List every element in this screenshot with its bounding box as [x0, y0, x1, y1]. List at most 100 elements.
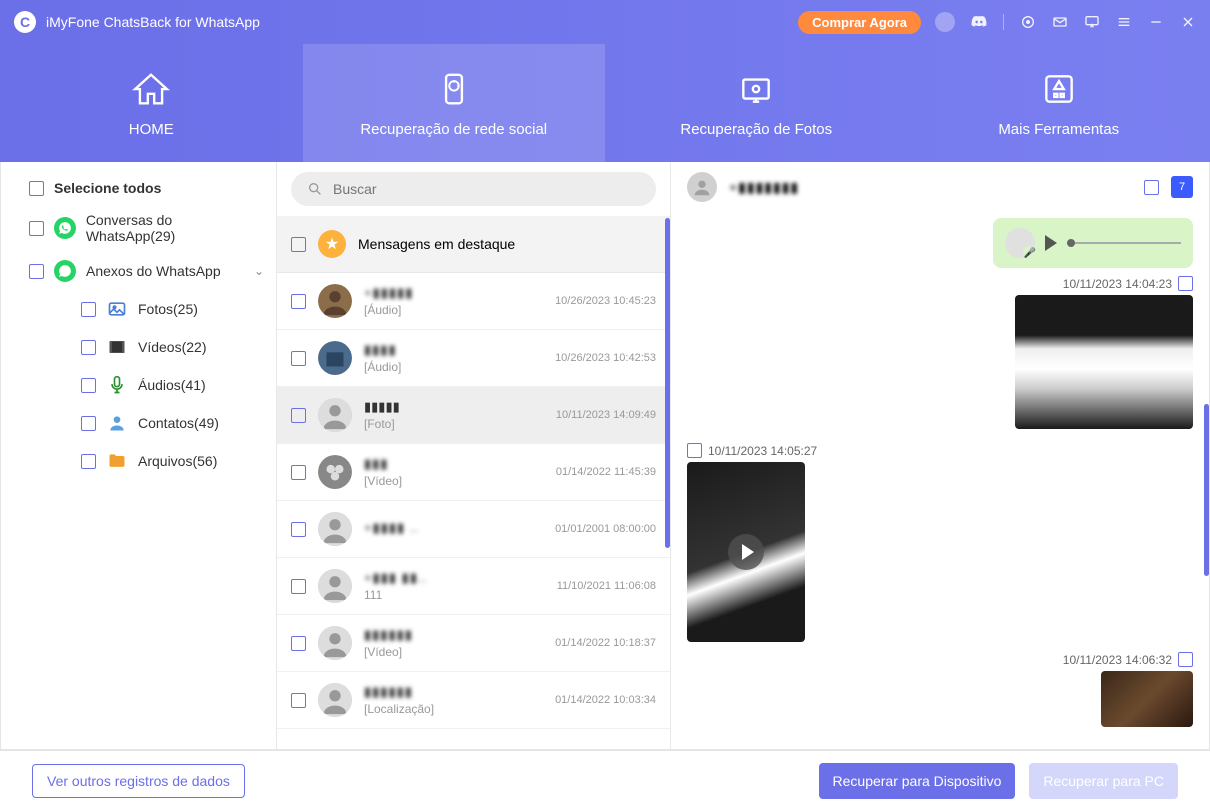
- chat-name: ▮▮▮▮▮▮: [364, 684, 543, 700]
- chat-checkbox[interactable]: [291, 408, 306, 423]
- featured-messages-row[interactable]: ★ Mensagens em destaque: [277, 216, 670, 273]
- account-icon[interactable]: [935, 12, 955, 32]
- microphone-icon: 🎤: [1023, 246, 1037, 260]
- image-message[interactable]: [1101, 671, 1193, 727]
- chat-timestamp: 10/26/2023 10:42:53: [555, 352, 656, 364]
- video-icon: [106, 336, 128, 358]
- nav-photo-recovery[interactable]: Recuperação de Fotos: [605, 44, 908, 162]
- chat-checkbox[interactable]: [291, 522, 306, 537]
- conversations-checkbox[interactable]: [29, 221, 44, 236]
- play-icon[interactable]: [728, 534, 764, 570]
- scrollbar[interactable]: [1204, 404, 1209, 576]
- chat-checkbox[interactable]: [291, 579, 306, 594]
- other-records-button[interactable]: Ver outros registros de dados: [32, 764, 245, 798]
- chat-item[interactable]: ▮▮▮▮▮[Foto]10/11/2023 14:09:49: [277, 387, 670, 444]
- calendar-icon[interactable]: 7: [1171, 176, 1193, 198]
- message-checkbox[interactable]: [687, 443, 702, 458]
- app-logo-icon: C: [14, 11, 36, 33]
- photos-checkbox[interactable]: [81, 302, 96, 317]
- message-checkbox[interactable]: [1178, 652, 1193, 667]
- recover-to-device-button[interactable]: Recuperar para Dispositivo: [819, 763, 1016, 799]
- video-message[interactable]: [687, 462, 805, 642]
- contacts-row[interactable]: Contatos(49): [1, 404, 276, 442]
- chat-name: ▮▮▮▮▮: [364, 399, 544, 415]
- chat-item[interactable]: ▮▮▮▮▮▮[Vídeo]01/14/2022 10:18:37: [277, 615, 670, 672]
- videos-checkbox[interactable]: [81, 340, 96, 355]
- audio-message[interactable]: 🎤: [993, 218, 1193, 268]
- chat-checkbox[interactable]: [291, 465, 306, 480]
- select-all-label: Selecione todos: [54, 180, 161, 196]
- chat-item[interactable]: +▮▮▮ ▮▮..11111/10/2021 11:06:08: [277, 558, 670, 615]
- category-tree: Selecione todos Conversas do WhatsApp(29…: [1, 162, 276, 749]
- folder-icon: [106, 450, 128, 472]
- main-content: Selecione todos Conversas do WhatsApp(29…: [0, 162, 1210, 750]
- chat-item[interactable]: ▮▮▮[Vídeo]01/14/2022 11:45:39: [277, 444, 670, 501]
- chat-name: ▮▮▮: [364, 456, 544, 472]
- buy-now-button[interactable]: Comprar Agora: [798, 11, 921, 34]
- chat-avatar: [318, 626, 352, 660]
- home-icon: [131, 69, 171, 109]
- minimize-icon[interactable]: [1148, 14, 1164, 30]
- photos-row[interactable]: Fotos(25): [1, 290, 276, 328]
- apps-icon: [1039, 69, 1079, 109]
- nav-social-recovery[interactable]: Recuperação de rede social: [303, 44, 606, 162]
- header-checkbox[interactable]: [1144, 180, 1159, 195]
- select-all-row[interactable]: Selecione todos: [1, 172, 276, 204]
- target-icon[interactable]: [1020, 14, 1036, 30]
- files-checkbox[interactable]: [81, 454, 96, 469]
- star-icon: ★: [318, 230, 346, 258]
- chat-item[interactable]: ▮▮▮▮[Áudio]10/26/2023 10:42:53: [277, 330, 670, 387]
- attachments-row[interactable]: Anexos do WhatsApp ⌄: [1, 252, 276, 290]
- play-icon[interactable]: [1045, 235, 1057, 251]
- chat-subtitle: 111: [364, 588, 545, 602]
- videos-label: Vídeos(22): [138, 339, 206, 355]
- whatsapp-icon: [54, 217, 76, 239]
- image-icon: [106, 298, 128, 320]
- nav-tools-label: Mais Ferramentas: [998, 121, 1119, 138]
- menu-icon[interactable]: [1116, 14, 1132, 30]
- chat-timestamp: 01/14/2022 11:45:39: [556, 466, 656, 478]
- discord-icon[interactable]: [971, 14, 987, 30]
- contacts-checkbox[interactable]: [81, 416, 96, 431]
- mail-icon[interactable]: [1052, 14, 1068, 30]
- close-icon[interactable]: [1180, 14, 1196, 30]
- chat-item[interactable]: ▮▮▮▮▮▮[Localização]01/14/2022 10:03:34: [277, 672, 670, 729]
- message-checkbox[interactable]: [1178, 276, 1193, 291]
- feedback-icon[interactable]: [1084, 14, 1100, 30]
- image-message[interactable]: [1015, 295, 1193, 429]
- top-nav: HOME Recuperação de rede social Recupera…: [0, 44, 1210, 162]
- audios-row[interactable]: Áudios(41): [1, 366, 276, 404]
- chat-checkbox[interactable]: [291, 351, 306, 366]
- chat-name: ▮▮▮▮▮▮: [364, 627, 543, 643]
- chat-checkbox[interactable]: [291, 636, 306, 651]
- chat-avatar: [318, 284, 352, 318]
- audio-track[interactable]: [1067, 242, 1181, 244]
- chat-avatar: [318, 683, 352, 717]
- chat-checkbox[interactable]: [291, 693, 306, 708]
- nav-more-tools[interactable]: Mais Ferramentas: [908, 44, 1210, 162]
- audios-checkbox[interactable]: [81, 378, 96, 393]
- scrollbar[interactable]: [665, 218, 670, 548]
- chevron-down-icon: ⌄: [254, 264, 264, 278]
- videos-row[interactable]: Vídeos(22): [1, 328, 276, 366]
- titlebar: C iMyFone ChatsBack for WhatsApp Comprar…: [0, 0, 1210, 44]
- recover-to-pc-button[interactable]: Recuperar para PC: [1029, 763, 1178, 799]
- featured-checkbox[interactable]: [291, 237, 306, 252]
- chat-subtitle: [Áudio]: [364, 360, 543, 374]
- chat-item[interactable]: +▮▮▮▮▮[Áudio]10/26/2023 10:45:23: [277, 273, 670, 330]
- select-all-checkbox[interactable]: [29, 181, 44, 196]
- chat-header-name: +▮▮▮▮▮▮▮: [729, 179, 799, 196]
- nav-home[interactable]: HOME: [0, 44, 303, 162]
- files-label: Arquivos(56): [138, 453, 217, 469]
- chat-subtitle: [Localização]: [364, 702, 543, 716]
- conversations-row[interactable]: Conversas do WhatsApp(29): [1, 204, 276, 252]
- chat-timestamp: 01/14/2022 10:18:37: [555, 637, 656, 649]
- app-title: iMyFone ChatsBack for WhatsApp: [46, 14, 260, 30]
- files-row[interactable]: Arquivos(56): [1, 442, 276, 480]
- attachments-checkbox[interactable]: [29, 264, 44, 279]
- search-box[interactable]: [291, 172, 656, 206]
- chat-checkbox[interactable]: [291, 294, 306, 309]
- contacts-label: Contatos(49): [138, 415, 219, 431]
- search-input[interactable]: [333, 181, 640, 197]
- chat-item[interactable]: +▮▮▮▮ .. 01/01/2001 08:00:00: [277, 501, 670, 558]
